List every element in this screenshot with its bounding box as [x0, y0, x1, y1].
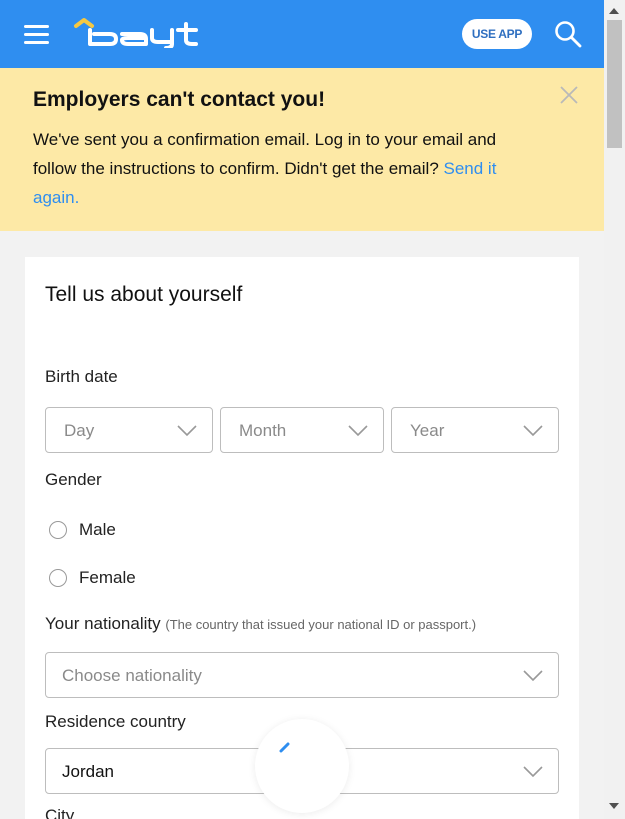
- radio-button[interactable]: [49, 569, 67, 587]
- banner-message-text: We've sent you a confirmation email. Log…: [33, 130, 497, 178]
- nationality-select[interactable]: Choose nationality: [45, 652, 559, 698]
- gender-option-label: Male: [79, 520, 116, 539]
- hamburger-menu-icon[interactable]: [24, 24, 49, 44]
- banner-title: Employers can't contact you!: [33, 88, 326, 111]
- spinner-icon: [279, 742, 290, 753]
- scroll-down-arrow-icon[interactable]: [609, 803, 619, 809]
- scroll-up-arrow-icon[interactable]: [609, 8, 619, 14]
- birth-date-label: Birth date: [45, 367, 118, 386]
- chevron-down-icon: [177, 425, 197, 437]
- birth-month-select[interactable]: Month: [220, 407, 384, 453]
- birth-day-select[interactable]: Day: [45, 407, 213, 453]
- chevron-down-icon: [523, 670, 543, 682]
- scrollbar-thumb[interactable]: [607, 20, 622, 148]
- chevron-down-icon: [523, 766, 543, 778]
- birth-year-select[interactable]: Year: [391, 407, 559, 453]
- nationality-hint: (The country that issued your national I…: [165, 617, 477, 632]
- form-title: Tell us about yourself: [45, 283, 243, 306]
- banner-message: We've sent you a confirmation email. Log…: [33, 125, 523, 212]
- nationality-label: Your nationality (The country that issue…: [45, 614, 476, 634]
- bayt-logo[interactable]: [72, 16, 198, 48]
- vertical-scrollbar[interactable]: [604, 0, 625, 819]
- city-label: City: [45, 806, 75, 819]
- gender-option-male[interactable]: Male: [45, 518, 165, 544]
- loading-spinner: [255, 719, 349, 813]
- radio-button[interactable]: [49, 521, 67, 539]
- top-header: USE APP: [0, 0, 604, 68]
- nationality-label-text: Your nationality: [45, 614, 161, 633]
- birth-year-placeholder: Year: [410, 421, 445, 440]
- chevron-down-icon: [348, 425, 368, 437]
- nationality-placeholder: Choose nationality: [62, 666, 202, 685]
- birth-month-placeholder: Month: [239, 421, 287, 440]
- page: USE APP Employers can't contact you! We'…: [0, 0, 604, 819]
- close-icon[interactable]: [558, 84, 580, 106]
- use-app-button[interactable]: USE APP: [462, 19, 532, 49]
- gender-option-label: Female: [79, 568, 136, 587]
- gender-label: Gender: [45, 470, 102, 489]
- search-icon[interactable]: [554, 20, 582, 48]
- gender-option-female[interactable]: Female: [45, 566, 165, 592]
- residence-country-value: Jordan: [62, 762, 114, 781]
- email-confirmation-banner: Employers can't contact you! We've sent …: [0, 68, 604, 231]
- residence-country-label: Residence country: [45, 712, 186, 731]
- birth-day-placeholder: Day: [64, 421, 95, 440]
- chevron-down-icon: [523, 425, 543, 437]
